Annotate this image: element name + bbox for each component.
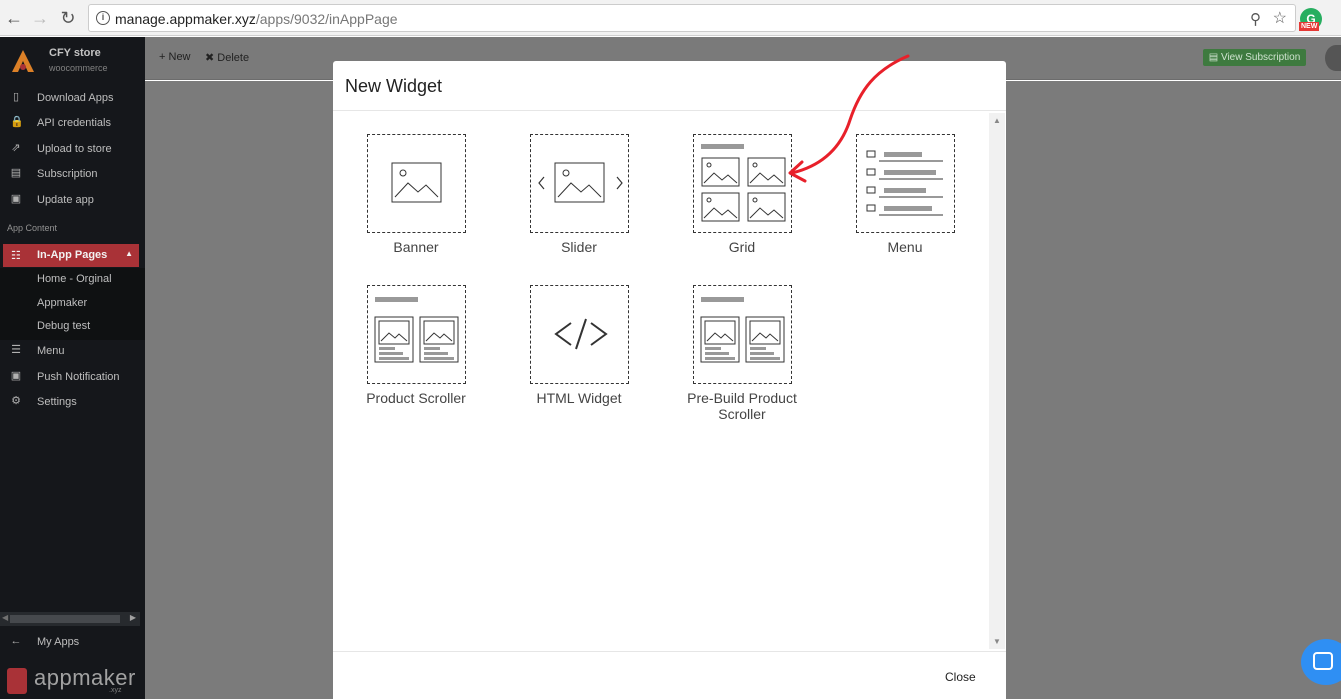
delete-button[interactable]: ✖ Delete <box>205 51 249 64</box>
widget-label: Grid <box>728 239 756 255</box>
browser-toolbar: ← → ↻ i manage.appmaker.xyz/apps/9032/in… <box>0 0 1341 36</box>
url-text: manage.appmaker.xyz/apps/9032/inAppPage <box>115 11 398 27</box>
widget-label: Slider <box>561 239 597 255</box>
view-subscription-label: View Subscription <box>1220 52 1301 63</box>
widget-label: HTML Widget <box>536 390 622 406</box>
bookmark-star-icon[interactable]: ☆ <box>1273 8 1287 28</box>
widget-label: Pre-Build Product Scroller <box>687 390 797 422</box>
widget-label: Menu <box>887 239 923 255</box>
widget-grid: Banner Slider Grid Menu Product Scroller… <box>333 111 1006 651</box>
new-button[interactable]: + New <box>159 51 191 63</box>
card-icon: ▤ <box>1208 52 1219 63</box>
html-icon <box>530 285 629 384</box>
modal-footer-divider <box>333 651 1006 652</box>
banner-icon <box>367 134 466 233</box>
back-arrow-icon[interactable]: ← <box>4 8 24 28</box>
forward-arrow-icon[interactable]: → <box>30 8 50 28</box>
address-bar[interactable]: i manage.appmaker.xyz/apps/9032/inAppPag… <box>88 4 1296 32</box>
slider-icon <box>530 134 629 233</box>
widget-label: Banner <box>393 239 439 255</box>
reload-icon[interactable]: ↻ <box>58 8 78 28</box>
scroll-up-icon[interactable]: ▲ <box>993 116 1001 125</box>
menu-list-icon <box>856 134 955 233</box>
prebuild-scroller-icon <box>693 285 792 384</box>
info-icon[interactable]: i <box>96 11 110 25</box>
widget-label: Product Scroller <box>366 390 466 406</box>
avatar[interactable] <box>1325 45 1341 71</box>
extension-new-badge: NEW <box>1299 22 1320 31</box>
view-subscription-button[interactable]: ▤ View Subscription <box>1203 49 1306 66</box>
modal-title: New Widget <box>345 76 443 96</box>
chat-bubble-icon <box>1313 652 1333 670</box>
sidebar-overlay <box>0 37 145 699</box>
grid-icon <box>693 134 792 233</box>
new-widget-modal: New Widget Banner Slider Grid Menu Produ… <box>333 61 1006 699</box>
scroll-down-icon[interactable]: ▼ <box>993 637 1001 646</box>
delete-label: Delete <box>217 52 250 64</box>
close-icon: ✖ <box>205 52 215 64</box>
product-scroller-icon <box>367 285 466 384</box>
plus-icon: + <box>159 51 166 63</box>
new-label: New <box>168 51 191 63</box>
modal-vertical-scrollbar[interactable]: ▲ ▼ <box>989 113 1005 649</box>
close-button[interactable]: Close <box>945 670 976 684</box>
zoom-icon[interactable]: ⚲ <box>1250 10 1261 28</box>
